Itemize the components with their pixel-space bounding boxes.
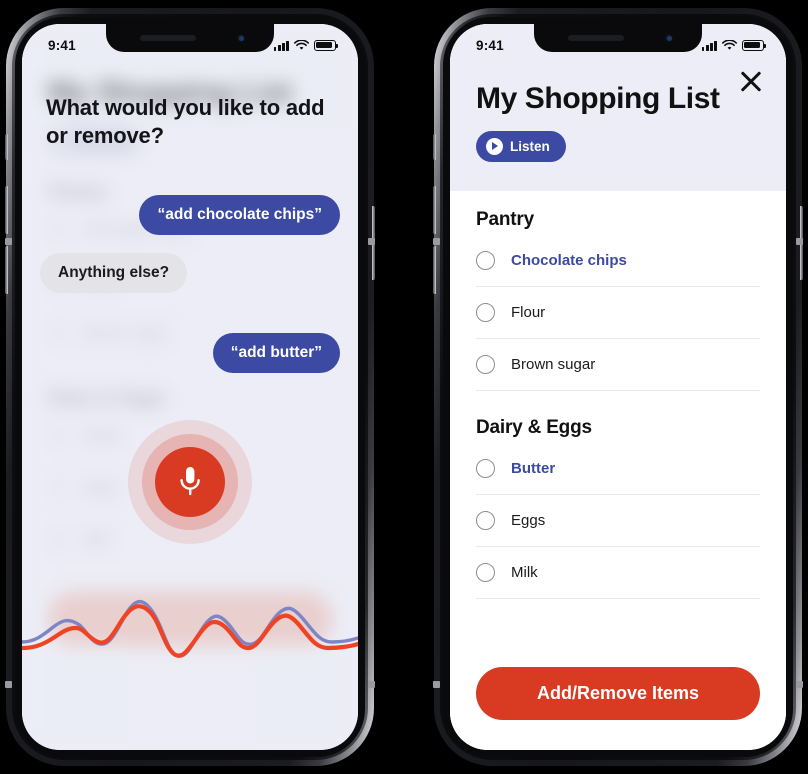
background-section-two: Dairy & Eggs <box>48 388 167 409</box>
earpiece-speaker <box>568 35 624 41</box>
page-title: My Shopping List <box>476 82 720 115</box>
frame-antenna-nub <box>368 681 375 688</box>
add-remove-items-button[interactable]: Add/Remove Items <box>476 667 760 720</box>
record-microphone-button[interactable] <box>155 447 225 517</box>
section-title-pantry: Pantry <box>476 209 534 230</box>
front-camera <box>664 33 674 43</box>
checkbox-circle-icon[interactable] <box>476 251 495 270</box>
frame-antenna-nub <box>433 238 440 245</box>
frame-antenna-nub <box>433 681 440 688</box>
front-camera <box>236 33 246 43</box>
listen-button[interactable]: Listen <box>476 131 566 162</box>
frame-antenna-nub <box>368 238 375 245</box>
listen-button-row: Listen <box>476 131 760 171</box>
screenshot-stage: My Shopping List Pantry Chocolate chips … <box>0 0 808 774</box>
listen-button-label: Listen <box>510 139 550 154</box>
list-item-label: Chocolate chips <box>511 252 627 269</box>
frame-antenna-nub <box>5 681 12 688</box>
header-spacer <box>476 171 760 191</box>
checkbox-circle-icon[interactable] <box>476 303 495 322</box>
voice-prompt-text: What would you like to add or remove? <box>46 95 325 148</box>
phone-notch <box>534 24 702 52</box>
microphone-icon <box>180 467 200 496</box>
phone-right-shopping-list: 9:41 My Shopping List Listen Pantry Choc… <box>433 8 803 766</box>
frame-antenna-nub <box>796 238 803 245</box>
frame-antenna-nub <box>796 681 803 688</box>
list-body: Pantry Chocolate chips Flour Brown sugar… <box>450 191 786 653</box>
background-checkbox-icon <box>48 478 67 497</box>
list-item[interactable]: Milk <box>476 547 760 599</box>
list-footer: Add/Remove Items <box>450 653 786 750</box>
voice-chat-overlay: What would you like to add or remove? “a… <box>22 94 358 373</box>
list-item[interactable]: Flour <box>476 287 760 339</box>
checkbox-circle-icon[interactable] <box>476 563 495 582</box>
chat-bubble-user: “add chocolate chips” <box>139 195 340 235</box>
chat-bubble-assistant: Anything else? <box>40 253 188 293</box>
volume-down-button[interactable] <box>433 246 436 294</box>
list-item[interactable]: Brown sugar <box>476 339 760 391</box>
list-item-label: Brown sugar <box>511 356 596 373</box>
shopping-list-view: 9:41 My Shopping List Listen Pantry Choc… <box>450 24 786 750</box>
list-item-label: Flour <box>511 304 546 321</box>
volume-up-button[interactable] <box>5 186 8 234</box>
list-item[interactable]: Eggs <box>476 495 760 547</box>
chat-bubble-list: “add chocolate chips” Anything else? “ad… <box>38 195 342 373</box>
play-circle-icon <box>486 138 503 155</box>
list-item-label: Milk <box>511 564 538 581</box>
frame-antenna-nub <box>5 238 12 245</box>
audio-waveform-icon <box>22 599 358 658</box>
phone-screen-voice: My Shopping List Pantry Chocolate chips … <box>22 24 358 750</box>
chat-bubble-user: “add butter” <box>212 333 340 373</box>
background-checkbox-icon <box>48 426 67 445</box>
mute-switch[interactable] <box>5 134 8 160</box>
volume-up-button[interactable] <box>433 186 436 234</box>
section-title-dairy-eggs: Dairy & Eggs <box>476 417 592 438</box>
checkbox-circle-icon[interactable] <box>476 355 495 374</box>
volume-down-button[interactable] <box>5 246 8 294</box>
voice-assistant-view: My Shopping List Pantry Chocolate chips … <box>22 24 358 750</box>
list-item[interactable]: Chocolate chips <box>476 235 760 287</box>
earpiece-speaker <box>140 35 196 41</box>
background-checkbox-icon <box>48 530 67 549</box>
checkbox-circle-icon[interactable] <box>476 511 495 530</box>
phone-screen-list: 9:41 My Shopping List Listen Pantry Choc… <box>450 24 786 750</box>
microphone-button-group[interactable] <box>128 420 252 544</box>
mute-switch[interactable] <box>433 134 436 160</box>
list-item-label: Eggs <box>511 512 546 529</box>
close-icon[interactable] <box>736 66 766 96</box>
phone-left-voice-assistant: My Shopping List Pantry Chocolate chips … <box>5 8 375 766</box>
list-item[interactable]: Butter <box>476 443 760 495</box>
list-item-label: Butter <box>511 460 556 477</box>
phone-notch <box>106 24 274 52</box>
checkbox-circle-icon[interactable] <box>476 459 495 478</box>
